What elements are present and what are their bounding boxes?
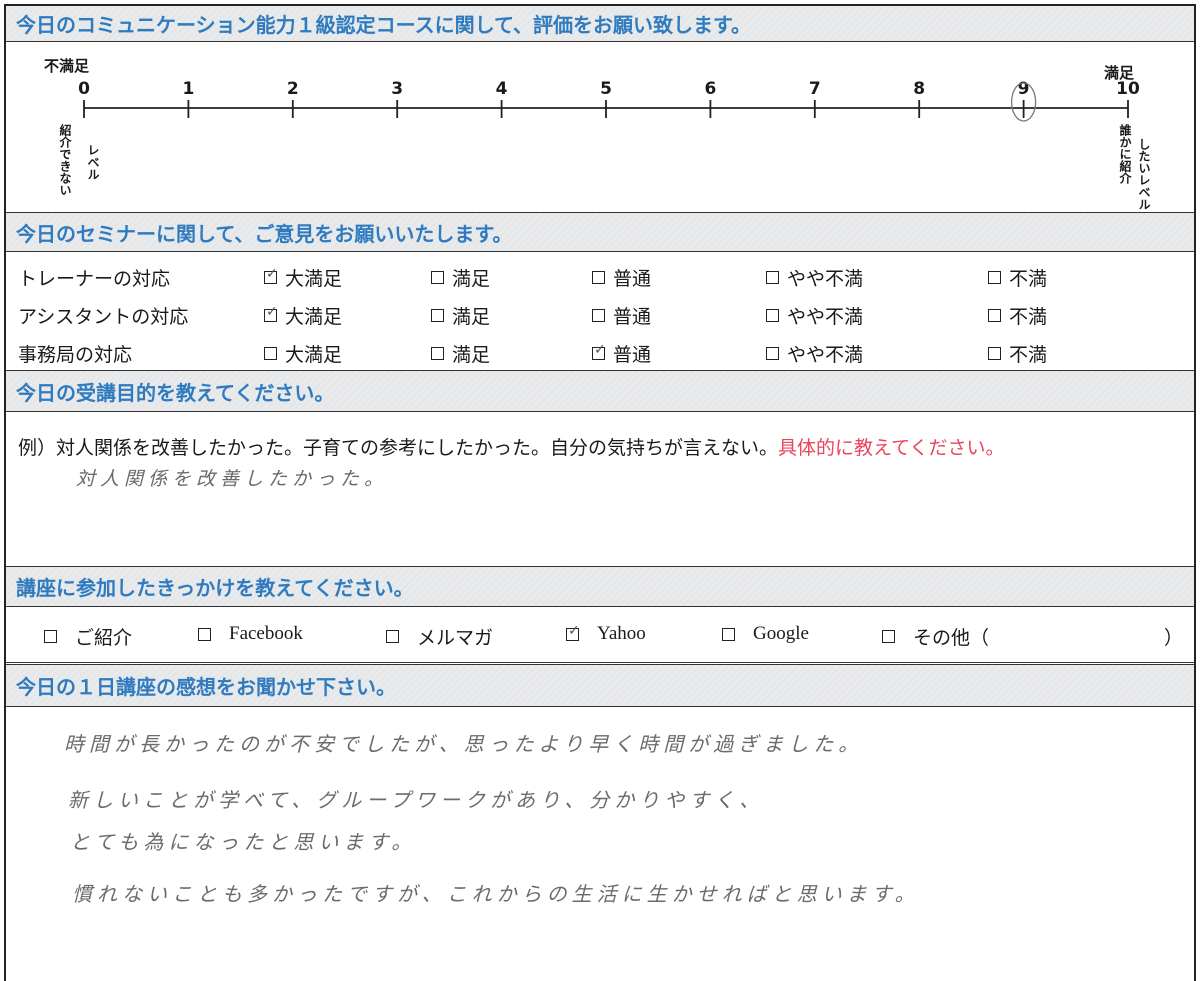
scale-left-note-2: レベル xyxy=(86,144,100,180)
trigger-option[interactable]: その他（ xyxy=(882,623,989,650)
section-header-seminar: 今日のセミナーに関して、ご意見をお願いいたします。 xyxy=(6,212,1194,252)
purpose-answer[interactable]: 対人関係を改善したかった。 xyxy=(76,464,388,491)
checkbox-icon[interactable] xyxy=(766,309,779,322)
trigger-option[interactable]: Google xyxy=(722,623,809,645)
seminar-option[interactable]: 満足 xyxy=(431,340,490,367)
trigger-options-row: ご紹介 Facebook メルマガ ✓ Yahoo Google その他（ ） xyxy=(6,607,1194,663)
section-header-text: 今日の１日講座の感想をお聞かせ下さい。 xyxy=(16,675,396,699)
trigger-option-label: メルマガ xyxy=(417,628,494,649)
seminar-option-label: 普通 xyxy=(613,306,652,328)
impression-line: 時間が長かったのが不安でしたが、思ったより早く時間が過ぎました。 xyxy=(64,732,864,756)
checked-checkbox-icon[interactable]: ✓ xyxy=(566,623,580,641)
checkbox-icon[interactable] xyxy=(722,627,735,641)
trigger-option[interactable]: メルマガ xyxy=(386,623,493,650)
seminar-option[interactable]: 普通 xyxy=(592,302,651,329)
checkbox-icon[interactable] xyxy=(592,271,605,284)
trigger-option[interactable]: ご紹介 xyxy=(44,623,132,650)
checkbox-icon[interactable] xyxy=(264,347,277,360)
impression-line: 慣れないことも多かったですが、これからの生活に生かせればと思います。 xyxy=(72,882,920,906)
seminar-option[interactable]: やや不満 xyxy=(766,340,863,367)
impression-line: 新しいことが学べて、グループワークがあり、分かりやすく、 xyxy=(68,788,765,812)
checkbox-icon[interactable] xyxy=(431,309,444,322)
seminar-option-label: 大満足 xyxy=(285,344,343,366)
seminar-option-label: 不満 xyxy=(1009,268,1048,290)
trigger-option-label: その他（ xyxy=(913,628,990,649)
purpose-example: 例）対人関係を改善したかった。子育ての参考にしたかった。自分の気持ちが言えない。… xyxy=(18,433,1005,460)
checked-checkbox-icon[interactable]: ✓ xyxy=(264,304,278,322)
seminar-option-label: 不満 xyxy=(1009,344,1048,366)
seminar-option-label: 普通 xyxy=(613,268,652,290)
seminar-option[interactable]: 不満 xyxy=(988,340,1047,367)
trigger-option-label: Facebook xyxy=(229,623,303,644)
check-mark-icon: ✓ xyxy=(594,342,606,358)
other-close-paren: ） xyxy=(1164,627,1184,649)
seminar-option[interactable]: 不満 xyxy=(988,302,1047,329)
survey-form: 今日のコミュニケーション能力１級認定コースに関して、評価をお願い致します。 不満… xyxy=(4,4,1196,981)
checkbox-icon[interactable] xyxy=(988,309,1001,322)
checkbox-icon[interactable] xyxy=(592,309,605,322)
seminar-option[interactable]: やや不満 xyxy=(766,302,863,329)
seminar-option-label: やや不満 xyxy=(787,268,864,290)
section-header-text: 今日のセミナーに関して、ご意見をお願いいたします。 xyxy=(16,221,513,246)
checkbox-icon[interactable] xyxy=(988,271,1001,284)
seminar-option[interactable]: 満足 xyxy=(431,264,490,291)
section-header-impressions: 今日の１日講座の感想をお聞かせ下さい。 xyxy=(6,664,1194,707)
seminar-option[interactable]: ✓ 普通 xyxy=(592,340,651,367)
seminar-option[interactable]: 普通 xyxy=(592,264,651,291)
seminar-option[interactable]: 不満 xyxy=(988,264,1047,291)
section-header-purpose: 今日の受講目的を教えてください。 xyxy=(6,370,1194,412)
trigger-option-label: Google xyxy=(753,623,809,644)
seminar-option-label: 満足 xyxy=(452,306,491,328)
checkbox-icon[interactable] xyxy=(386,630,399,643)
checkbox-icon[interactable] xyxy=(766,347,779,360)
seminar-option-label: 普通 xyxy=(613,344,652,366)
seminar-option-label: 大満足 xyxy=(285,268,343,290)
seminar-option-label: 不満 xyxy=(1009,306,1048,328)
checkbox-icon[interactable] xyxy=(766,271,779,284)
checkbox-icon[interactable] xyxy=(431,271,444,284)
check-mark-icon: ✓ xyxy=(266,266,278,282)
seminar-option-label: やや不満 xyxy=(787,344,864,366)
checkbox-icon[interactable] xyxy=(882,630,895,643)
scale-right-note-2: したいレベル xyxy=(1137,138,1151,210)
seminar-option[interactable]: やや不満 xyxy=(766,264,863,291)
trigger-option[interactable]: Facebook xyxy=(198,623,303,645)
seminar-row-label: 事務局の対応 xyxy=(18,344,133,366)
scale-left-note-1: 紹介できない xyxy=(58,124,72,196)
checkbox-icon[interactable] xyxy=(198,627,211,641)
seminar-option[interactable]: 大満足 xyxy=(264,340,342,367)
seminar-option-label: 満足 xyxy=(452,268,491,290)
checked-checkbox-icon[interactable]: ✓ xyxy=(264,266,278,284)
section-header-text: 今日の受講目的を教えてください。 xyxy=(16,380,335,405)
purpose-example-text: 例）対人関係を改善したかった。子育ての参考にしたかった。自分の気持ちが言えない。 xyxy=(18,437,779,459)
scale-right-note-1: 誰かに紹介 xyxy=(1118,124,1132,184)
seminar-option-label: 大満足 xyxy=(285,306,343,328)
seminar-row-label: アシスタントの対応 xyxy=(18,306,189,328)
check-mark-icon: ✓ xyxy=(568,622,580,639)
impression-line: とても為になったと思います。 xyxy=(70,830,417,854)
check-mark-icon: ✓ xyxy=(266,304,278,320)
seminar-option[interactable]: ✓ 大満足 xyxy=(264,302,342,329)
checkbox-icon[interactable] xyxy=(44,630,57,643)
seminar-option-label: 満足 xyxy=(452,344,491,366)
checkbox-icon[interactable] xyxy=(431,347,444,360)
seminar-row-label: トレーナーの対応 xyxy=(18,268,171,290)
section-header-trigger: 講座に参加したきっかけを教えてください。 xyxy=(6,566,1194,607)
seminar-option[interactable]: 満足 xyxy=(431,302,490,329)
rating-scale-line xyxy=(83,82,1129,122)
checkbox-icon[interactable] xyxy=(988,347,1001,360)
seminar-option-label: やや不満 xyxy=(787,306,864,328)
purpose-example-emphasis: 具体的に教えてください。 xyxy=(778,437,1005,459)
trigger-option[interactable]: ✓ Yahoo xyxy=(566,623,646,645)
trigger-option-label: Yahoo xyxy=(597,623,646,644)
trigger-option-label: ご紹介 xyxy=(75,628,133,649)
seminar-option[interactable]: ✓ 大満足 xyxy=(264,264,342,291)
section-header-text: 講座に参加したきっかけを教えてください。 xyxy=(16,576,414,600)
checked-checkbox-icon[interactable]: ✓ xyxy=(592,342,606,360)
